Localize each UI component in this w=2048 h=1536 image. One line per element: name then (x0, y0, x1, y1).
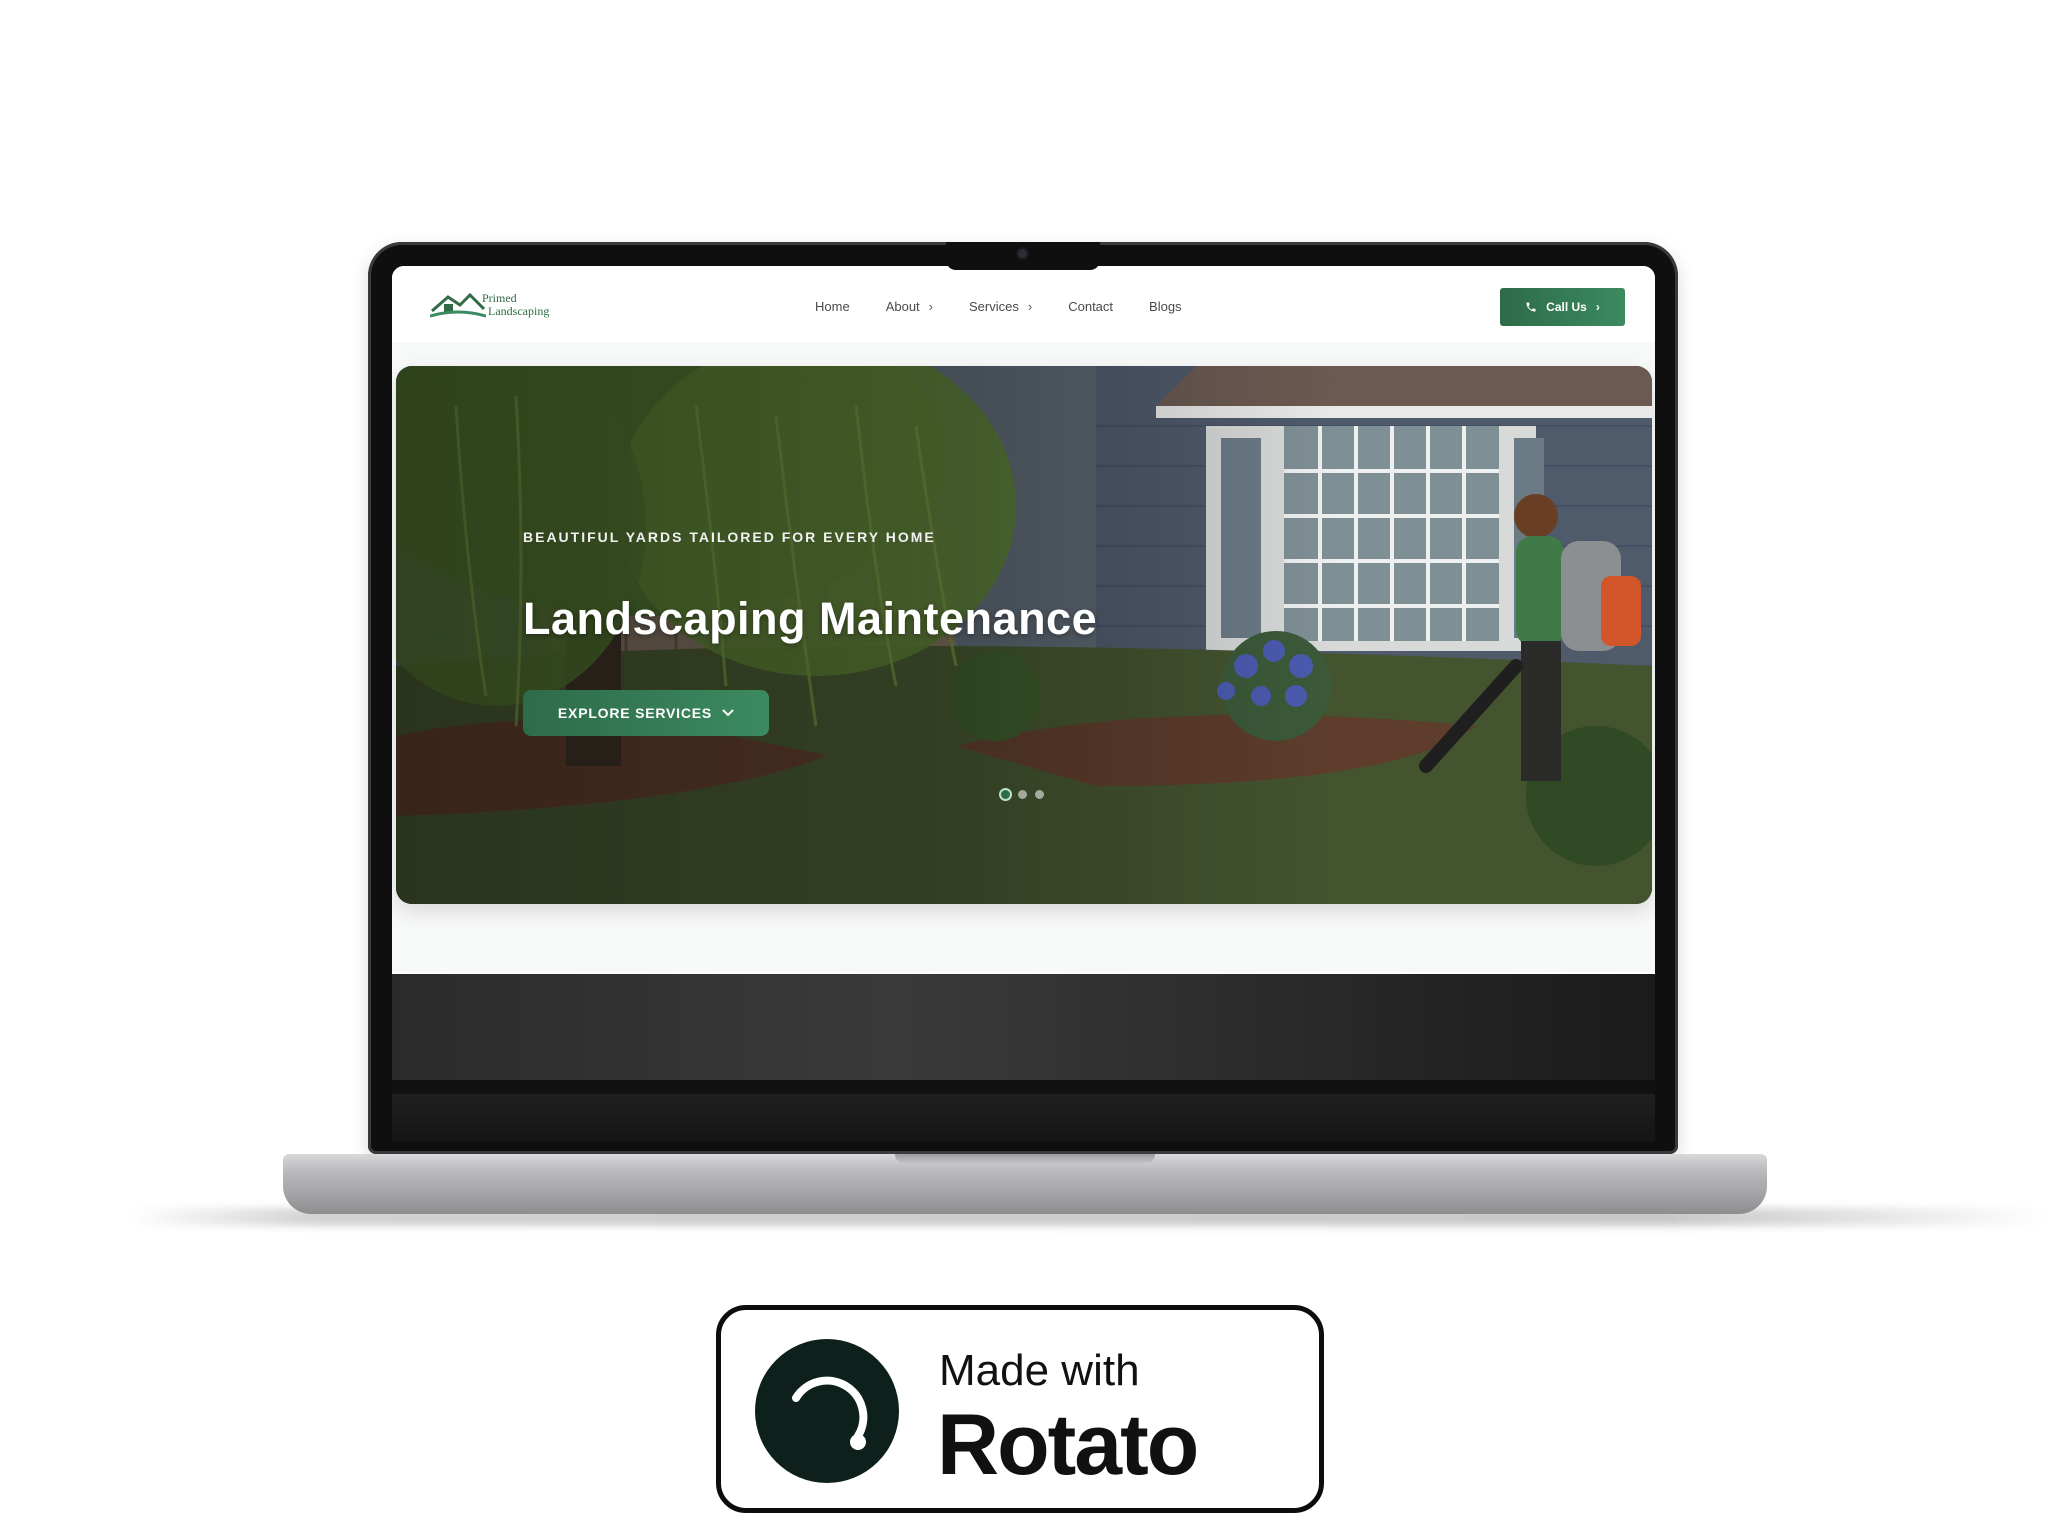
logo-line-2: Landscaping (488, 304, 550, 318)
laptop-base (283, 1154, 1767, 1214)
house-logo-icon (429, 292, 487, 318)
call-us-label: Call Us (1546, 300, 1587, 314)
chevron-right-icon: › (928, 299, 934, 314)
nav-contact[interactable]: Contact (1068, 299, 1113, 314)
camera-icon (1018, 249, 1027, 258)
call-us-button[interactable]: Call Us › (1500, 288, 1625, 326)
made-with-rotato-badge: Made with Rotato (716, 1305, 1324, 1513)
site-header: Primed Landscaping Home About › Services… (392, 266, 1655, 343)
nav-about[interactable]: About › (886, 299, 933, 314)
nav-home-label: Home (815, 299, 850, 314)
slider-dot-2[interactable] (1018, 790, 1027, 799)
rotato-logo-icon (755, 1339, 899, 1483)
explore-services-button[interactable]: EXPLORE SERVICES (523, 690, 769, 736)
main-nav: Home About › Services › Contact Blogs (815, 299, 1218, 314)
laptop-bezel-chin (392, 1094, 1655, 1142)
nav-services[interactable]: Services › (969, 299, 1032, 314)
chevron-right-icon: › (1595, 300, 1600, 314)
chevron-down-icon (722, 709, 734, 717)
hero-title: Landscaping Maintenance (523, 593, 1098, 644)
site-logo[interactable]: Primed Landscaping (429, 289, 570, 325)
chevron-right-icon: › (1027, 299, 1033, 314)
laptop-screen: Primed Landscaping Home About › Services… (392, 266, 1655, 1094)
nav-blogs[interactable]: Blogs (1149, 299, 1182, 314)
badge-line-1: Made with (939, 1346, 1140, 1395)
slider-dots (1001, 790, 1044, 799)
explore-services-label: EXPLORE SERVICES (557, 705, 713, 721)
next-section-dark (392, 974, 1655, 1094)
hero-eyebrow: BEAUTIFUL YARDS TAILORED FOR EVERY HOME (523, 529, 936, 545)
nav-services-label: Services (969, 299, 1019, 314)
camera-notch (946, 242, 1100, 270)
nav-contact-label: Contact (1068, 299, 1114, 314)
laptop-lid: Primed Landscaping Home About › Services… (368, 242, 1678, 1154)
nav-home[interactable]: Home (815, 299, 850, 314)
laptop-opening-lip (895, 1154, 1155, 1164)
badge-line-2: Rotato (937, 1397, 1199, 1493)
screen-bottom-edge (392, 1080, 1655, 1094)
slider-dot-1[interactable] (1001, 790, 1010, 799)
nav-about-label: About (885, 299, 920, 314)
slider-dot-3[interactable] (1035, 790, 1044, 799)
logo-text: Primed Landscaping (482, 292, 549, 318)
nav-blogs-label: Blogs (1149, 299, 1182, 314)
hero-slider: BEAUTIFUL YARDS TAILORED FOR EVERY HOME … (396, 366, 1652, 904)
phone-icon (1526, 302, 1536, 312)
